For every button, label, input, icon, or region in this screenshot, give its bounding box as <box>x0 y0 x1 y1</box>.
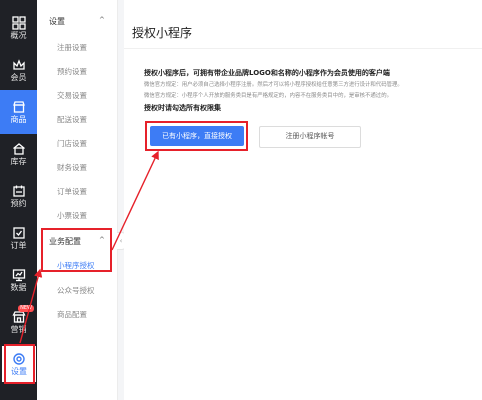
arrow <box>19 268 43 344</box>
arrow <box>111 150 159 251</box>
annotation-arrows <box>19 150 159 344</box>
